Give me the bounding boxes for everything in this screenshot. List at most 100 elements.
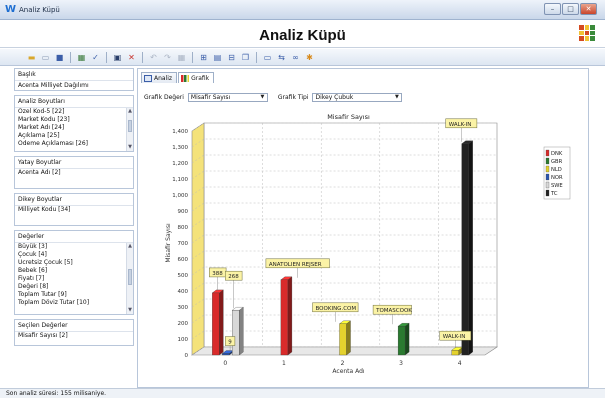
list-item[interactable]: Toplam Döviz Tutar [10]	[15, 299, 133, 307]
scroll-thumb[interactable]	[128, 120, 132, 132]
y-tick-label: 100	[178, 337, 189, 343]
vertical-dimensions-label: Dikey Boyutlar	[15, 194, 133, 205]
page-title: Analiz Küpü	[259, 27, 346, 44]
x-tick-label: 0	[223, 360, 227, 367]
legend-label: TC	[550, 191, 558, 197]
legend-label: NLD	[551, 167, 562, 173]
toolbar-separator	[256, 51, 257, 63]
bar-chart: 0 100 200 300 400 500 600 700 800 900 1,000 1,100 1,…	[165, 113, 571, 375]
y-tick-label: 600	[178, 257, 189, 263]
list-item[interactable]: Acenta Adı [2]	[15, 169, 133, 177]
list-item[interactable]: Değeri [8]	[15, 283, 133, 291]
minimize-button[interactable]: –	[544, 3, 561, 15]
bar	[339, 323, 347, 356]
chart-type-selected: Dikey Çubuk	[315, 94, 354, 101]
bar-side	[219, 289, 224, 356]
scroll-thumb[interactable]	[128, 269, 132, 285]
list-item[interactable]: Toplam Tutar [9]	[15, 291, 133, 299]
list-item[interactable]: Misafir Sayısı [2]	[15, 332, 133, 340]
folder-open-icon[interactable]: ▬	[26, 52, 37, 63]
window-controls: – □ ✕	[544, 3, 597, 15]
grid-icon[interactable]: ▦	[176, 52, 187, 63]
tab-analiz[interactable]: Analiz	[141, 72, 178, 83]
annotation-label: BOOKING.COM	[316, 306, 357, 312]
print-icon[interactable]: ⊟	[226, 52, 237, 63]
analysis-dimensions-label: Analiz Boyutları	[15, 96, 133, 107]
chart-title: Misafir Sayısı	[327, 113, 370, 121]
list-item[interactable]: Market Kodu [23]	[15, 116, 133, 124]
chart-value-selected: Misafir Sayısı	[190, 94, 231, 101]
vertical-dimensions-panel: Dikey Boyutlar Milliyet Kodu [34]	[14, 193, 134, 226]
list-scrollbar[interactable]: ▲ ▼	[126, 243, 133, 314]
y-tick-label: 1,400	[172, 129, 188, 135]
annotation-label: TOMASCOOK	[375, 308, 412, 314]
y-tick-label: 300	[178, 305, 189, 311]
star-icon[interactable]: ✱	[304, 52, 315, 63]
list-item[interactable]: Milliyet Kodu [34]	[15, 206, 133, 214]
chevron-down-icon[interactable]: ▼	[259, 94, 266, 101]
list-item[interactable]: Bebek [6]	[15, 267, 133, 275]
redo-icon[interactable]: ↷	[162, 52, 173, 63]
close-red-icon[interactable]: ✕	[126, 52, 137, 63]
rubiks-cube-icon	[579, 25, 595, 41]
list-item[interactable]: Market Adı [24]	[15, 124, 133, 132]
new-document-icon[interactable]: ▭	[40, 52, 51, 63]
x-tick-label: 1	[282, 360, 286, 367]
layout-icon[interactable]: ▤	[212, 52, 223, 63]
analysis-dimensions-panel: Analiz Boyutları Özel Kod-5 [22] Market …	[14, 95, 134, 152]
y-tick-label: 500	[178, 273, 189, 279]
legend-label: NOR	[551, 175, 563, 181]
scroll-down-icon[interactable]: ▼	[127, 144, 133, 151]
x-axis-label: Acenta Adı	[332, 368, 365, 375]
chart-value-select[interactable]: Misafir Sayısı ▼	[187, 93, 268, 102]
y-tick-label: 400	[178, 289, 189, 295]
y-tick-label: 0	[185, 353, 189, 359]
scroll-up-icon[interactable]: ▲	[127, 108, 133, 115]
chart-refresh-icon[interactable]: ▦	[76, 52, 87, 63]
selected-values-list[interactable]: Misafir Sayısı [2]	[15, 331, 133, 345]
filter-icon[interactable]: ✓	[90, 52, 101, 63]
copy-icon[interactable]: ❐	[240, 52, 251, 63]
list-item[interactable]: Çocuk [4]	[15, 251, 133, 259]
link-icon[interactable]: ∞	[290, 52, 301, 63]
title-input[interactable]: Acenta Milliyet Dağılımı	[15, 80, 133, 90]
undo-icon[interactable]: ↶	[148, 52, 159, 63]
list-item[interactable]: Ödeme Açıklaması [26]	[15, 140, 133, 148]
scroll-up-icon[interactable]: ▲	[127, 243, 133, 250]
tab-grafik[interactable]: Grafik	[178, 72, 215, 83]
annotation-label: 9	[228, 340, 232, 346]
list-item[interactable]: Özel Kod-5 [22]	[15, 108, 133, 116]
bar	[451, 350, 459, 356]
bar	[232, 310, 240, 356]
list-item[interactable]: Açıklama [25]	[15, 132, 133, 140]
sort-icon[interactable]: ▭	[262, 52, 273, 63]
export-icon[interactable]: ⊞	[198, 52, 209, 63]
bar-side	[404, 322, 410, 356]
maximize-button[interactable]: □	[562, 3, 579, 15]
chart-type-select[interactable]: Dikey Çubuk ▼	[312, 93, 403, 102]
vertical-dimensions-list[interactable]: Milliyet Kodu [34]	[15, 205, 133, 225]
save-icon[interactable]: ■	[54, 52, 65, 63]
values-list[interactable]: Büyük [3] Çocuk [4] Ücretsiz Çocuk [5] B…	[15, 242, 133, 314]
chart-type-label: Grafik Tipi	[277, 94, 309, 101]
y-tick-label: 900	[178, 209, 189, 215]
horizontal-dimensions-list[interactable]: Acenta Adı [2]	[15, 168, 133, 188]
scroll-down-icon[interactable]: ▼	[127, 307, 133, 314]
list-item[interactable]: Büyük [3]	[15, 243, 133, 251]
y-tick-label: 1,100	[172, 177, 188, 183]
analysis-dimensions-list[interactable]: Özel Kod-5 [22] Market Kodu [23] Market …	[15, 107, 133, 151]
title-panel-label: Başlık	[15, 69, 133, 80]
list-item[interactable]: Ücretsiz Çocuk [5]	[15, 259, 133, 267]
window-titlebar: W Analiz Küpü – □ ✕	[0, 0, 605, 20]
window-icon[interactable]: ▣	[112, 52, 123, 63]
y-tick-label: 1,000	[172, 193, 188, 199]
list-scrollbar[interactable]: ▲ ▼	[126, 108, 133, 151]
bar	[222, 353, 230, 356]
close-button[interactable]: ✕	[580, 3, 597, 15]
chart-controls: Grafik Değeri Misafir Sayısı ▼ Grafik Ti…	[144, 93, 403, 102]
list-item[interactable]: Fiyatı [7]	[15, 275, 133, 283]
y-tick-label: 800	[178, 225, 189, 231]
swap-icon[interactable]: ⇆	[276, 52, 287, 63]
chevron-down-icon[interactable]: ▼	[393, 94, 400, 101]
values-panel: Değerler Büyük [3] Çocuk [4] Ücretsiz Ço…	[14, 230, 134, 315]
